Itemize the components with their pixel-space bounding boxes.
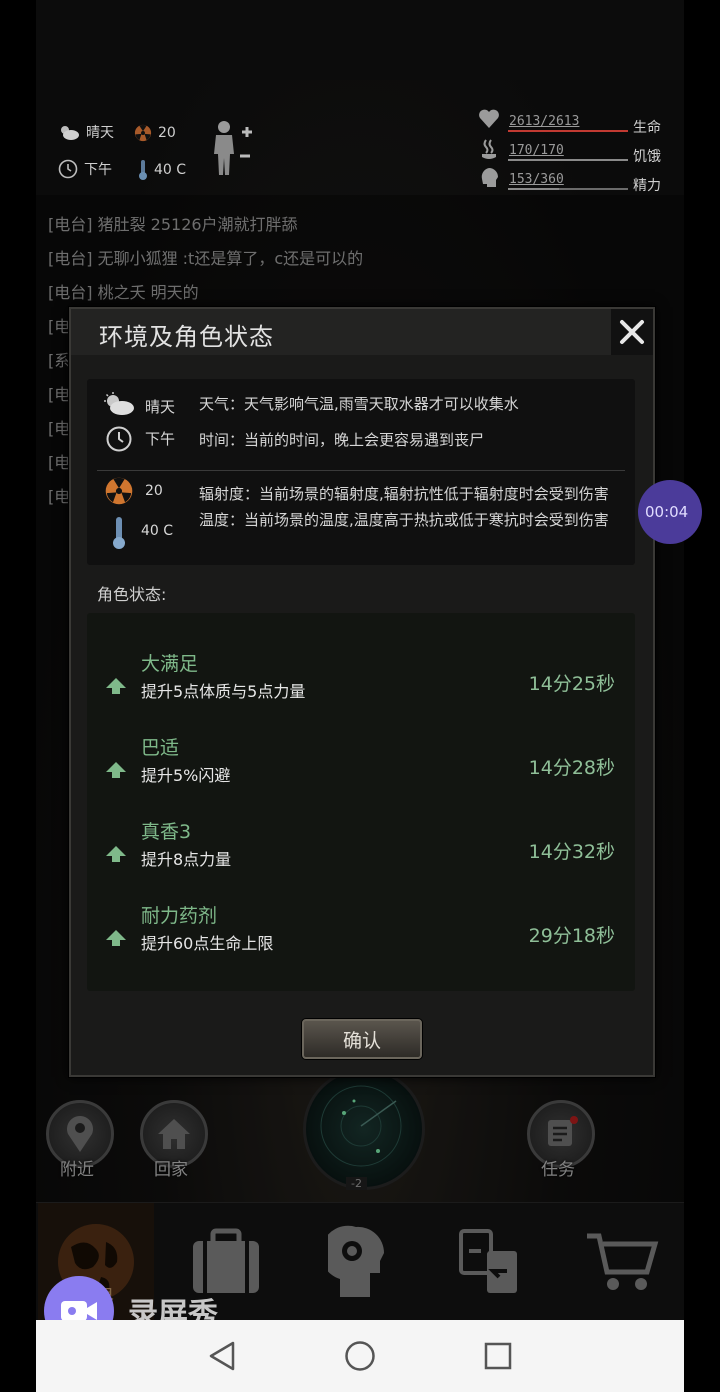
arrow-up-icon (106, 762, 126, 778)
hud-time: 下午 (58, 159, 112, 179)
arrow-up-icon (106, 678, 126, 694)
arrow-up-icon (106, 846, 126, 862)
environment-panel: 晴天 天气：天气影响气温,雨雪天取水器才可以收集水 下午 时间：当前的时间，晚上… (87, 379, 635, 565)
buff-desc: 提升5%闪避 (141, 766, 231, 785)
buff-item: 大满足 提升5点体质与5点力量 14分25秒 (87, 649, 635, 719)
buff-name: 耐力药剂 (141, 905, 218, 927)
stat-life-bar (508, 130, 628, 132)
dialog-header: 环境及角色状态 (71, 309, 611, 355)
arrow-up-icon (106, 930, 126, 946)
env-weather-value: 晴天 (145, 398, 176, 416)
stat-hunger-bar (508, 159, 628, 161)
character-button[interactable] (212, 120, 254, 180)
radiation-icon (105, 477, 133, 505)
hud-temperature: 40 C (138, 159, 186, 181)
cloud-sun-icon (103, 391, 135, 417)
env-temperature-desc: 温度：当前场景的温度,温度高于热抗或低于寒抗时会受到伤害 (199, 511, 609, 529)
dialog-title: 环境及角色状态 (99, 323, 274, 351)
timer-bubble[interactable]: 00:04 (638, 480, 702, 544)
buff-time: 29分18秒 (528, 925, 615, 947)
buff-time: 14分28秒 (528, 757, 615, 779)
env-divider (97, 470, 625, 471)
system-nav-bar (36, 1320, 684, 1392)
back-button[interactable] (200, 1334, 244, 1378)
back-triangle-icon (209, 1341, 235, 1371)
env-radiation-value: 20 (145, 483, 163, 499)
thermometer-icon (111, 515, 127, 551)
stat-life-value: 2613/2613 (509, 114, 580, 129)
food-icon (482, 139, 496, 159)
buff-list: 大满足 提升5点体质与5点力量 14分25秒 巴适 提升5%闪避 14分28秒 … (87, 613, 635, 991)
stat-hunger-value: 170/170 (509, 143, 564, 158)
hud-weather-text: 晴天 (86, 125, 114, 141)
confirm-button[interactable]: 确认 (302, 1019, 422, 1059)
buff-item: 巴适 提升5%闪避 14分28秒 (87, 733, 635, 803)
buff-desc: 提升60点生命上限 (141, 934, 274, 953)
env-time-desc: 时间：当前的时间，晚上会更容易遇到丧尸 (199, 431, 485, 449)
recents-button[interactable] (476, 1334, 520, 1378)
stat-life-fill (508, 130, 628, 132)
stat-energy-fill (508, 188, 559, 190)
hud-radiation: 20 (134, 124, 176, 142)
clock-icon (58, 159, 78, 179)
hud-radiation-value: 20 (158, 125, 176, 141)
status-dialog: 环境及角色状态 晴天 天气：天气影响气温,雨雪天取水器才可以收集水 下午 时间：… (69, 307, 655, 1077)
stat-energy-value: 153/360 (509, 172, 564, 187)
stat-energy-label: 精力 (633, 178, 661, 194)
hud-time-text: 下午 (84, 162, 112, 178)
buff-time: 14分25秒 (528, 673, 615, 695)
env-radiation-desc: 辐射度：当前场景的辐射度,辐射抗性低于辐射度时会受到伤害 (199, 485, 609, 503)
buff-time: 14分32秒 (528, 841, 615, 863)
env-temperature-value: 40 C (141, 523, 174, 539)
buff-name: 巴适 (141, 737, 180, 759)
heart-icon (479, 109, 499, 128)
character-status-label: 角色状态: (97, 585, 167, 604)
close-icon (620, 320, 644, 344)
stat-energy-bar (508, 188, 628, 190)
env-time-value: 下午 (145, 430, 176, 448)
thermometer-icon (139, 160, 147, 180)
cloud-sun-icon (61, 126, 79, 140)
buff-item: 耐力药剂 提升60点生命上限 29分18秒 (87, 901, 635, 971)
buff-name: 真香3 (141, 821, 192, 843)
clock-icon (105, 425, 133, 453)
stat-hunger-label: 饥饿 (633, 149, 661, 165)
stat-life-label: 生命 (633, 120, 661, 136)
hud-temperature-value: 40 C (154, 162, 187, 178)
close-button[interactable] (611, 309, 653, 355)
buff-desc: 提升5点体质与5点力量 (141, 682, 306, 701)
home-nav-button[interactable] (338, 1334, 382, 1378)
env-weather-desc: 天气：天气影响气温,雨雪天取水器才可以收集水 (199, 395, 519, 413)
home-circle-icon (345, 1341, 375, 1371)
character-body-icon (214, 121, 252, 175)
stat-hunger-fill (508, 159, 628, 161)
recents-square-icon (484, 1342, 512, 1370)
hud-weather: 晴天 (58, 122, 114, 142)
buff-name: 大满足 (141, 653, 199, 675)
buff-item: 真香3 提升8点力量 14分32秒 (87, 817, 635, 887)
energy-head-icon (481, 168, 498, 187)
radiation-icon (134, 124, 152, 142)
buff-desc: 提升8点力量 (141, 850, 232, 869)
